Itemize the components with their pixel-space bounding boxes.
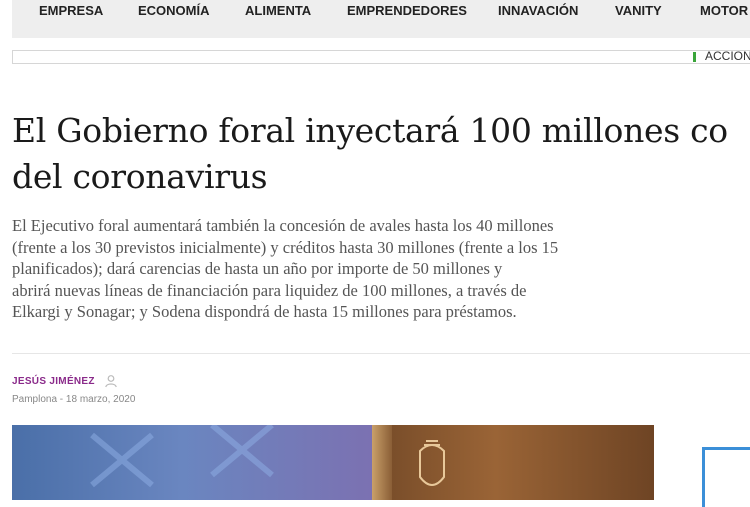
lede-line: planificados); dará carencias de hasta u… (12, 259, 503, 278)
nav-item-motor[interactable]: MOTOR (700, 3, 748, 18)
nav-item-innavacion[interactable]: INNAVACIÓN (498, 3, 578, 18)
lede-line: abrirá nuevas líneas de financiación par… (12, 280, 527, 300)
ticker-accent-bar (693, 52, 696, 62)
lede-line: Elkargi y Sonagar; y Sodena dispondrá de… (12, 302, 517, 321)
nav-item-alimenta[interactable]: ALIMENTA (245, 3, 311, 18)
article-dateline: Pamplona - 18 marzo, 2020 (12, 394, 136, 405)
ticker-label[interactable]: ACCION (705, 49, 750, 63)
coat-of-arms-icon (419, 440, 445, 486)
hero-image-pattern (90, 425, 274, 488)
nav-item-empresa[interactable]: EMPRESA (39, 3, 103, 18)
lede-line: El Ejecutivo foral aumentará también la … (12, 216, 554, 235)
article-headline: El Gobierno foral inyectará 100 millones… (12, 108, 750, 200)
hero-image-pole (372, 425, 392, 500)
nav-item-emprendedores[interactable]: EMPRENDEDORES (347, 3, 467, 18)
sidebar-widget[interactable] (702, 447, 750, 507)
user-icon (105, 375, 117, 388)
headline-line: del coronavirus (12, 157, 268, 196)
article-lede: El Ejecutivo foral aumentará también la … (12, 215, 732, 323)
section-divider (12, 353, 750, 354)
hero-image (12, 425, 654, 500)
headline-line: El Gobierno foral inyectará 100 millones… (12, 111, 728, 150)
news-ticker: ACCION (12, 49, 750, 64)
nav-item-vanity[interactable]: VANITY (615, 3, 662, 18)
nav-item-economia[interactable]: ECONOMÍA (138, 3, 210, 18)
top-navigation: EMPRESA ECONOMÍA ALIMENTA EMPRENDEDORES … (12, 0, 750, 38)
author-name[interactable]: JESÚS JIMÉNEZ (12, 376, 95, 387)
lede-line: (frente a los 30 previstos inicialmente)… (12, 237, 559, 257)
